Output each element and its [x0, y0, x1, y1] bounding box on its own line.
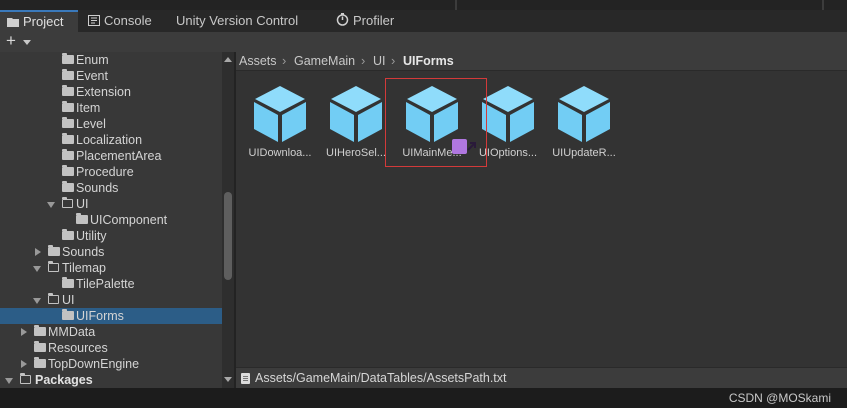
tab-console-label: Console — [104, 13, 152, 28]
tree-scrollbar[interactable] — [222, 52, 234, 388]
tab-project-label: Project — [23, 14, 64, 29]
tab-version-control[interactable]: Unity Version Control — [176, 10, 326, 32]
chevron-down-icon — [23, 40, 31, 45]
tab-project[interactable]: Project — [0, 10, 78, 32]
scroll-thumb[interactable] — [224, 192, 232, 280]
asset-grid: UIDownloa... UIHeroSel... UIMainMe... UI… — [236, 71, 847, 367]
tree-item-topdownengine[interactable]: TopDownEngine — [0, 356, 222, 372]
tree-item-level[interactable]: Level — [0, 116, 222, 132]
tab-version-control-label: Unity Version Control — [176, 13, 299, 28]
tree-item-ui[interactable]: UI — [0, 196, 222, 212]
folder-icon — [62, 277, 74, 288]
breadcrumb-gamemain[interactable]: GameMain — [294, 53, 355, 69]
tree-item-tilemap[interactable]: Tilemap — [0, 260, 222, 276]
tree-item-localization[interactable]: Localization — [0, 132, 222, 148]
tree-item-packages[interactable]: Packages — [0, 372, 222, 388]
expanded-arrow-icon[interactable] — [33, 266, 41, 272]
folder-icon — [34, 341, 46, 352]
folder-icon — [62, 85, 74, 96]
highlight-box — [385, 78, 487, 167]
watermark: CSDN @MOSkami — [728, 391, 831, 405]
tree-item-uiforms[interactable]: UIForms — [0, 308, 222, 324]
folder-icon — [62, 117, 74, 128]
folder-icon — [62, 69, 74, 80]
tab-profiler-label: Profiler — [353, 13, 395, 28]
tree-item-utility[interactable]: Utility — [0, 228, 222, 244]
folder-open-icon — [47, 293, 59, 304]
folder-icon — [62, 165, 74, 176]
folder-icon — [62, 229, 74, 240]
breadcrumb-uiforms[interactable]: UIForms — [403, 53, 454, 69]
tree-item-sounds[interactable]: Sounds — [0, 180, 222, 196]
scroll-up-icon[interactable] — [224, 57, 232, 62]
prefab-icon — [558, 86, 610, 142]
top-strip — [0, 0, 847, 10]
asset-item[interactable]: UIHeroSel... — [316, 84, 476, 166]
tree-item-extension[interactable]: Extension — [0, 84, 222, 100]
prefab-icon — [330, 86, 382, 142]
folder-icon — [76, 213, 88, 224]
breadcrumb-ui[interactable]: UI — [373, 53, 386, 69]
tree-item-placementarea[interactable]: PlacementArea — [0, 148, 222, 164]
chevron-right-icon: › — [282, 53, 287, 68]
folder-icon — [62, 309, 74, 320]
tab-console[interactable]: Console — [88, 10, 168, 32]
console-icon — [88, 11, 100, 33]
text-file-icon — [241, 373, 250, 384]
tree-item-procedure[interactable]: Procedure — [0, 164, 222, 180]
chevron-right-icon: › — [391, 53, 396, 68]
create-menu-button[interactable]: + — [6, 31, 34, 51]
project-toolbar: + — [0, 32, 847, 53]
expanded-arrow-icon[interactable] — [33, 298, 41, 304]
tree-item-sounds-2[interactable]: Sounds — [0, 244, 222, 260]
tree-item-resources[interactable]: Resources — [0, 340, 222, 356]
folder-icon — [62, 53, 74, 64]
collapsed-arrow-icon[interactable] — [35, 248, 41, 256]
asset-item[interactable]: UIDownloa... — [240, 84, 320, 166]
tree-item-ui-2[interactable]: UI — [0, 292, 222, 308]
collapsed-arrow-icon[interactable] — [21, 328, 27, 336]
folder-icon — [34, 357, 46, 368]
folder-icon — [48, 245, 60, 256]
tree-item-uicomponent[interactable]: UIComponent — [0, 212, 222, 228]
collapsed-arrow-icon[interactable] — [21, 360, 27, 368]
breadcrumb-assets[interactable]: Assets — [239, 53, 277, 69]
tab-profiler[interactable]: Profiler — [336, 10, 416, 32]
tree-item-item[interactable]: Item — [0, 100, 222, 116]
selected-asset-path: Assets/GameMain/DataTables/AssetsPath.tx… — [255, 371, 507, 385]
folder-icon — [62, 101, 74, 112]
folder-icon — [62, 133, 74, 144]
profiler-icon — [336, 11, 349, 33]
folder-icon — [34, 325, 46, 336]
prefab-icon — [254, 86, 306, 142]
prefab-icon — [482, 86, 534, 142]
tree-item-mmdata[interactable]: MMData — [0, 324, 222, 340]
folder-open-icon — [19, 373, 31, 384]
tab-bar: Project Console Unity Version Control Pr… — [0, 10, 847, 33]
status-bar: Assets/GameMain/DataTables/AssetsPath.tx… — [236, 367, 847, 389]
breadcrumb: Assets › GameMain › UI › UIForms — [236, 52, 847, 71]
scroll-down-icon[interactable] — [224, 377, 232, 382]
folder-icon — [62, 181, 74, 192]
folder-icon — [7, 13, 19, 33]
folder-icon — [62, 149, 74, 160]
tree-item-event[interactable]: Event — [0, 68, 222, 84]
tree-item-tilepalette[interactable]: TilePalette — [0, 276, 222, 292]
expanded-arrow-icon[interactable] — [5, 378, 13, 384]
bottom-bar: CSDN @MOSkami — [0, 388, 847, 408]
chevron-right-icon: › — [361, 53, 366, 68]
tree-item-enum[interactable]: Enum — [0, 52, 222, 68]
asset-item[interactable]: UIUpdateR... — [544, 84, 624, 166]
plus-icon: + — [6, 31, 16, 50]
folder-open-icon — [47, 261, 59, 272]
folder-tree: Enum Event Extension Item Level Localiza… — [0, 52, 222, 388]
expanded-arrow-icon[interactable] — [47, 202, 55, 208]
folder-open-icon — [61, 197, 73, 208]
